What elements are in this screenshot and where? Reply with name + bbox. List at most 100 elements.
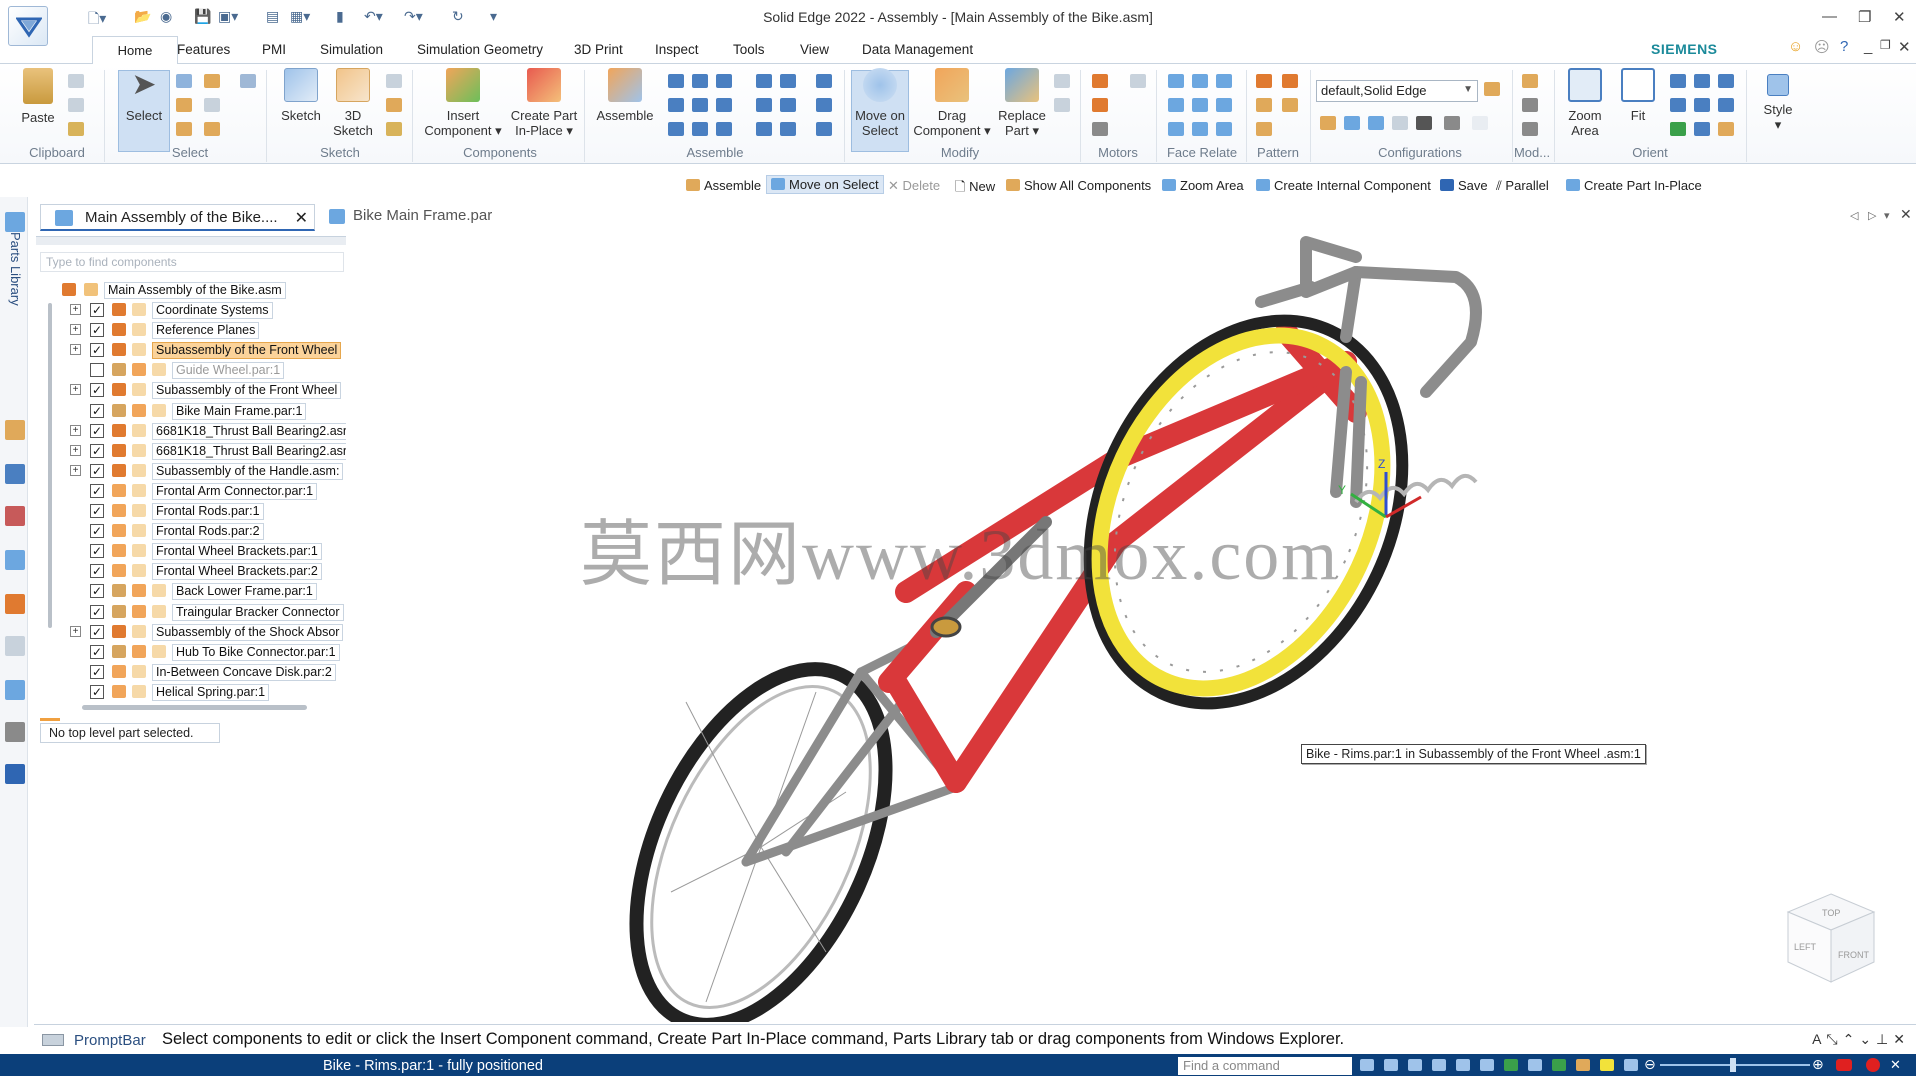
config-zone-icon[interactable]	[1344, 116, 1360, 130]
configuration-select[interactable]: default,Solid Edge ▼	[1316, 80, 1478, 102]
concentric-icon[interactable]	[1192, 74, 1208, 88]
sketch-link-icon[interactable]	[386, 98, 402, 112]
center-plane-icon[interactable]	[816, 98, 832, 112]
axial-align-icon[interactable]	[716, 74, 732, 88]
component-search-input[interactable]: Type to find components	[40, 252, 344, 272]
cmd-move-on-select-button[interactable]: Move on Select	[766, 175, 884, 194]
tab-scroll-left-icon[interactable]: ◁	[1850, 209, 1858, 222]
tab-pmi[interactable]: PMI	[262, 42, 286, 57]
expand-toggle[interactable]: +	[70, 384, 81, 396]
record-video-icon[interactable]	[1836, 1059, 1852, 1071]
visibility-checkbox[interactable]: ✓	[90, 624, 104, 639]
motor-3-icon[interactable]	[1092, 122, 1108, 136]
tree-item[interactable]: ✓ Frontal Wheel Brackets.par:2	[68, 562, 346, 581]
pattern-3-icon[interactable]	[1256, 122, 1272, 136]
cmd-show-all-button[interactable]: Show All Components	[1006, 178, 1151, 193]
cam-icon[interactable]	[716, 98, 732, 112]
coplanar-icon[interactable]	[1168, 74, 1184, 88]
pan-icon[interactable]	[1694, 74, 1710, 88]
face-perpendicular-icon[interactable]	[1168, 122, 1184, 136]
tab-bike-main-frame[interactable]: Bike Main Frame.par	[329, 207, 492, 224]
visibility-checkbox[interactable]: ✓	[90, 403, 104, 418]
pathfinder-icon[interactable]	[5, 420, 25, 440]
tab-data-management[interactable]: Data Management	[862, 42, 973, 57]
zoom-area-button[interactable]: Zoom Area	[1562, 68, 1608, 138]
select-assembly-icon[interactable]	[204, 122, 220, 136]
close-tab-icon[interactable]: ✕	[295, 208, 308, 228]
insert-component-button[interactable]: Insert Component ▾	[418, 68, 508, 138]
select-filter-icon[interactable]	[176, 74, 192, 88]
tree-item[interactable]: ✓ Traingular Bracker Connector	[68, 603, 346, 621]
tree-item[interactable]: ✓ Frontal Rods.par:1	[68, 502, 346, 520]
bike-model-render[interactable]: Z Y	[346, 232, 1916, 1032]
tab-list-icon[interactable]: ▾	[1884, 209, 1890, 222]
visibility-checkbox[interactable]: ✓	[90, 524, 104, 539]
format-painter-icon[interactable]	[68, 122, 84, 136]
cmd-new-button[interactable]: 🗋 New	[955, 178, 995, 200]
visibility-checkbox[interactable]: ✓	[90, 423, 104, 438]
sketch-button[interactable]: Sketch	[278, 68, 324, 123]
tree-item[interactable]: ✓ Frontal Wheel Brackets.par:1	[68, 542, 346, 561]
visibility-checkbox[interactable]: ✓	[90, 564, 104, 579]
status-zoom-icon[interactable]	[1408, 1059, 1422, 1071]
cut-icon[interactable]	[68, 74, 84, 88]
spin-icon[interactable]	[1694, 98, 1710, 112]
expand-toggle[interactable]: +	[70, 625, 81, 637]
tree-item[interactable]: + ✓ Subassembly of the Front Wheel	[68, 381, 346, 400]
tree-item[interactable]: ✓ Frontal Arm Connector.par:1	[68, 482, 346, 500]
status-pan-icon[interactable]	[1456, 1059, 1470, 1071]
config-hide-icon[interactable]	[1392, 116, 1408, 130]
rotate-icon[interactable]	[1670, 98, 1686, 112]
config-display-icon[interactable]	[1320, 116, 1336, 130]
restore-button[interactable]: ❐	[1858, 8, 1871, 26]
match-coordinate-icon[interactable]	[780, 98, 796, 112]
select-group-icon[interactable]	[176, 122, 192, 136]
visibility-checkbox[interactable]: ✓	[90, 483, 104, 498]
face-offset-icon[interactable]	[1168, 98, 1184, 112]
status-style-icon[interactable]	[1576, 1059, 1590, 1071]
face-ground-icon[interactable]	[1192, 98, 1208, 112]
duplicate-icon[interactable]	[1256, 98, 1272, 112]
expand-toggle[interactable]: +	[70, 444, 81, 456]
tree-root[interactable]: Main Assembly of the Bike.asm	[62, 281, 346, 299]
view-cube-top-label[interactable]: TOP	[1822, 908, 1840, 918]
select-tools-panel-icon[interactable]	[5, 594, 25, 614]
config-blank-icon[interactable]	[1472, 116, 1488, 130]
angle-icon[interactable]	[816, 74, 832, 88]
visibility-checkbox[interactable]: ✓	[90, 383, 104, 398]
visibility-checkbox[interactable]: ✓	[90, 504, 104, 518]
mod-arc-icon[interactable]	[1522, 98, 1538, 112]
tree-item[interactable]: + ✓ Coordinate Systems	[68, 301, 346, 319]
record-icon[interactable]	[1866, 1058, 1880, 1072]
view-cube[interactable]: TOP LEFT FRONT	[1786, 892, 1876, 984]
mod-3-icon[interactable]	[1522, 122, 1538, 136]
paste-button[interactable]: Paste	[18, 68, 58, 125]
pathfinder-horizontal-scrollbar[interactable]	[82, 705, 307, 710]
doc-restore-button[interactable]: ❐	[1880, 38, 1891, 52]
zoom-select-icon[interactable]	[240, 74, 256, 88]
zoom-icon[interactable]	[1670, 74, 1686, 88]
tree-item[interactable]: ✓ Helical Spring.par:1	[68, 683, 346, 701]
tab-3d-print[interactable]: 3D Print	[574, 42, 623, 57]
doc-close-button[interactable]: ✕	[1898, 38, 1911, 56]
create-part-in-place-button[interactable]: Create Part In-Place ▾	[506, 68, 582, 138]
settings-gear-icon[interactable]	[5, 764, 25, 784]
zoom-out-icon[interactable]: ⊖	[1644, 1056, 1656, 1073]
status-fit-icon[interactable]	[1432, 1059, 1446, 1071]
cmd-zoom-area-button[interactable]: Zoom Area	[1162, 178, 1244, 193]
cmd-save-button[interactable]: Save	[1440, 178, 1488, 193]
status-refresh-icon[interactable]	[1504, 1059, 1518, 1071]
tab-features[interactable]: Features	[177, 42, 230, 57]
grid-icon[interactable]	[1522, 74, 1538, 88]
select-button-content[interactable]: ➤ Select	[120, 68, 168, 123]
cmd-delete-button[interactable]: ✕ Delete	[888, 178, 940, 194]
tree-item[interactable]: ✓ Frontal Rods.par:2	[68, 522, 346, 541]
tangent-icon[interactable]	[692, 98, 708, 112]
graphics-viewport[interactable]: Z Y TOP LEFT FRONT	[346, 232, 1916, 1032]
insert-relate-icon[interactable]	[668, 98, 684, 112]
expand-toggle[interactable]: +	[70, 324, 81, 336]
pattern-icon[interactable]	[1256, 74, 1272, 88]
select-box-icon[interactable]	[204, 98, 220, 112]
cmd-parallel-button[interactable]: ⫽ Parallel	[1496, 178, 1549, 194]
sketch-view-icon[interactable]	[1694, 122, 1710, 136]
